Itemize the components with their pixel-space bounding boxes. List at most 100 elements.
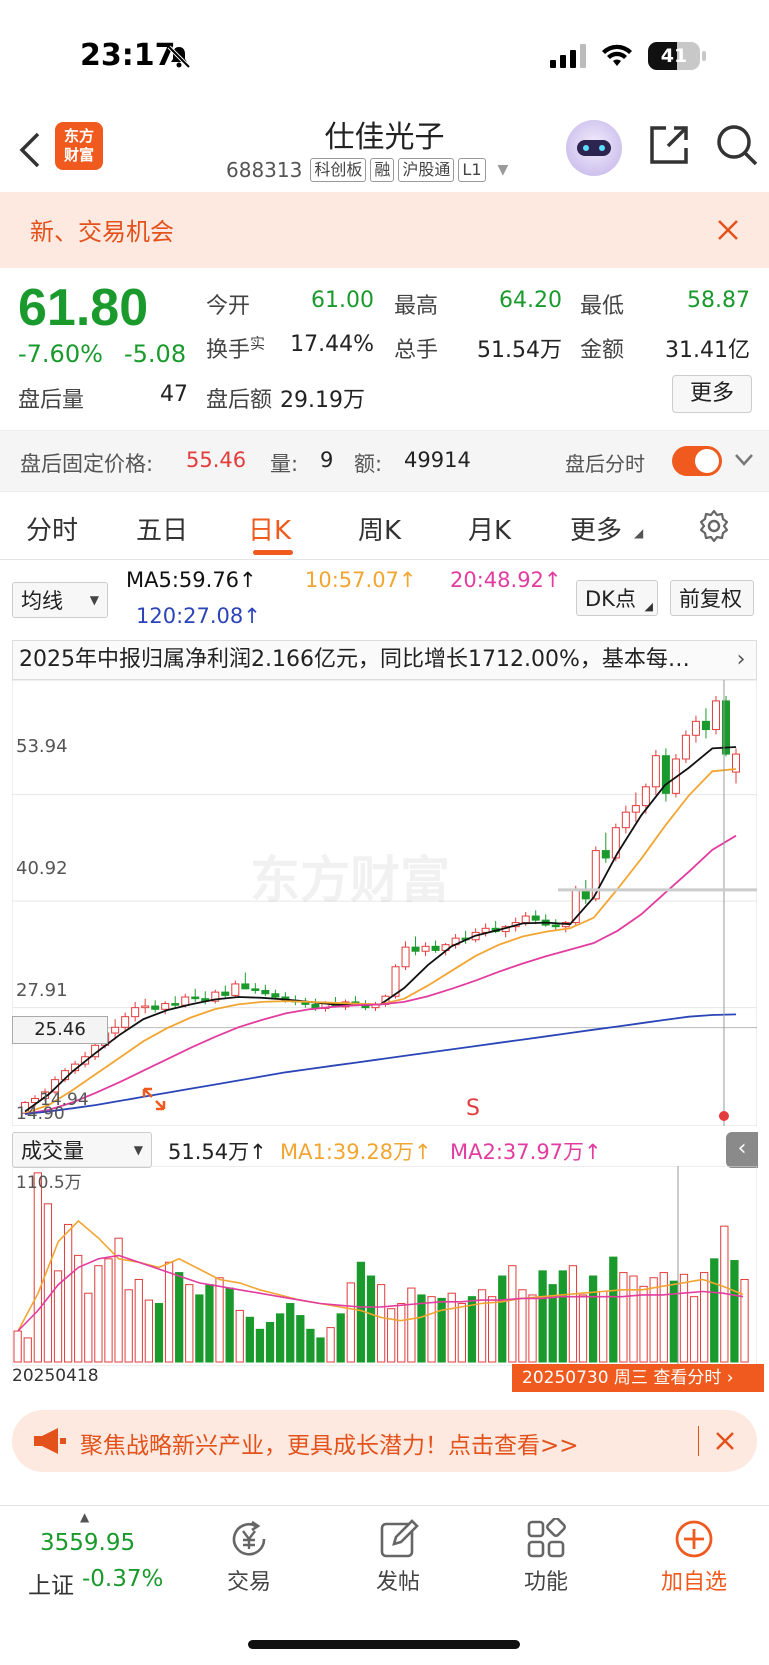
search-icon[interactable] — [714, 122, 760, 168]
volume-bar — [185, 1284, 194, 1363]
opportunity-banner[interactable]: 新、交易机会 — [0, 192, 769, 268]
index-name[interactable]: 上证 — [28, 1566, 74, 1600]
volume-bar — [538, 1270, 547, 1363]
volume-select[interactable]: 成交量 ▼ — [12, 1132, 152, 1168]
tag-board: 科创板 — [310, 158, 367, 182]
volume-bar — [74, 1254, 83, 1363]
trade-icon[interactable] — [228, 1518, 270, 1560]
candle-body — [271, 993, 280, 998]
volume-bar — [84, 1292, 93, 1363]
candle-body — [691, 720, 700, 736]
vol-ma1: MA1:39.28万↑ — [280, 1140, 432, 1164]
candle-body — [221, 991, 230, 996]
volume-bar — [124, 1289, 133, 1363]
volume-bar — [94, 1265, 103, 1363]
end-date-label[interactable]: 20250730 周三 查看分时 › — [512, 1364, 764, 1392]
chevron-up-icon[interactable]: ▲ — [80, 1510, 89, 1524]
candle-body — [421, 945, 430, 952]
crosshair-price-label: 25.46 — [12, 1016, 108, 1044]
close-icon[interactable] — [716, 218, 740, 242]
volume-bar — [215, 1277, 224, 1363]
adjust-button[interactable]: 前复权 — [670, 580, 754, 616]
volume-bar — [437, 1297, 446, 1363]
after-hours-toggle[interactable] — [672, 446, 722, 476]
vol-ma2: MA2:37.97万↑ — [450, 1140, 602, 1164]
tab-five-day[interactable]: 五日 — [136, 510, 188, 547]
sell-signal[interactable]: S — [466, 1096, 480, 1121]
after-hours-amount-label: 盘后额 — [206, 388, 273, 413]
dk-point-button[interactable]: DK点 ◢ — [576, 580, 658, 616]
chevron-down-icon[interactable] — [734, 453, 754, 467]
volume-bar — [568, 1265, 578, 1363]
volume-bar — [306, 1328, 315, 1363]
chevron-right-icon[interactable]: › — [726, 641, 756, 679]
candle-body — [701, 720, 710, 731]
grid-icon[interactable] — [525, 1518, 567, 1560]
candle-body — [111, 1026, 120, 1034]
volume-bar — [296, 1315, 305, 1363]
volume-bar — [316, 1337, 325, 1363]
candle-body — [431, 945, 440, 951]
tab-more[interactable]: 更多 — [570, 510, 622, 547]
share-icon[interactable] — [648, 124, 690, 166]
volume-bar — [326, 1327, 335, 1363]
index-change[interactable]: -0.37% — [82, 1566, 163, 1592]
nav-post[interactable]: 发帖 — [348, 1564, 448, 1596]
after-hours-amount: 29.19万 — [280, 388, 365, 413]
robot-assistant-icon[interactable] — [566, 120, 622, 176]
volume-bar — [164, 1261, 174, 1363]
volume-bar — [336, 1313, 345, 1363]
amount-label: 金额 — [580, 338, 625, 363]
battery-level: 41 — [660, 45, 688, 67]
volume-indicator-row: 成交量 ▼ 51.54万↑ MA1:39.28万↑ MA2:37.97万↑ ‹ — [0, 1130, 769, 1170]
candle-body — [131, 1007, 140, 1018]
tab-intraday[interactable]: 分时 — [26, 510, 78, 547]
indicator-select[interactable]: 均线 ▼ — [12, 582, 108, 618]
nav-function[interactable]: 功能 — [496, 1564, 596, 1596]
volume-bar — [154, 1303, 164, 1363]
collapse-panel-button[interactable]: ‹ — [726, 1132, 758, 1168]
volume-bar — [427, 1296, 436, 1363]
volume-bar — [457, 1303, 466, 1363]
volume-bar — [43, 1203, 53, 1363]
tab-monthly-k[interactable]: 月K — [468, 510, 511, 547]
nav-add-watchlist[interactable]: 加自选 — [644, 1564, 744, 1596]
nav-trade[interactable]: 交易 — [199, 1564, 299, 1596]
gear-icon[interactable] — [696, 508, 732, 544]
more-quote-button[interactable]: 更多 — [672, 375, 752, 413]
candle-body — [141, 1005, 150, 1009]
candle-body — [601, 850, 610, 859]
index-value[interactable]: 3559.95 — [40, 1530, 135, 1556]
volume-bar — [740, 1278, 749, 1363]
add-watchlist-icon[interactable] — [673, 1518, 715, 1560]
volume-bar — [467, 1296, 477, 1363]
volume-bar — [528, 1294, 537, 1363]
volume-bar — [134, 1278, 143, 1363]
cellular-signal-icon — [550, 44, 586, 68]
stock-code-tags: 688313 科创板 融 沪股通 L1 ▼ — [226, 158, 508, 182]
candle-body — [121, 1016, 130, 1028]
volume-bar — [599, 1291, 608, 1363]
volume-chart[interactable] — [12, 1166, 757, 1366]
expand-icon[interactable] — [140, 1085, 168, 1113]
tab-daily-k[interactable]: 日K — [248, 510, 291, 547]
promo-banner[interactable]: 聚焦战略新兴产业，更具成长潜力！点击查看>> — [12, 1410, 757, 1472]
chart-watermark: 东方财富 — [250, 851, 450, 909]
volume-bar — [508, 1265, 517, 1363]
ma-line-ma5 — [24, 746, 737, 1113]
active-tab-indicator — [253, 550, 293, 555]
turnover-label: 换手实 — [206, 334, 266, 363]
tab-weekly-k[interactable]: 周K — [358, 510, 401, 547]
candle-body — [711, 700, 720, 731]
post-icon[interactable] — [378, 1518, 420, 1560]
ma10-value: 10:57.07↑ — [305, 568, 417, 592]
volume-bar — [376, 1284, 386, 1363]
current-price: 61.80 — [18, 279, 149, 337]
news-ticker[interactable]: 2025年中报归属净利润2.166亿元，同比增长1712.00%，基本每… › — [12, 640, 757, 680]
period-tabs: 分时 五日 日K 周K 月K 更多 ◢ — [0, 494, 769, 560]
volume-bar — [286, 1303, 295, 1363]
quote-panel: 61.80 -7.60% -5.08 盘后量 47 今开 61.00 最高 64… — [0, 270, 769, 430]
close-icon[interactable] — [714, 1430, 736, 1452]
candle-body — [171, 1003, 180, 1006]
chevron-down-icon[interactable]: ▼ — [498, 162, 509, 178]
